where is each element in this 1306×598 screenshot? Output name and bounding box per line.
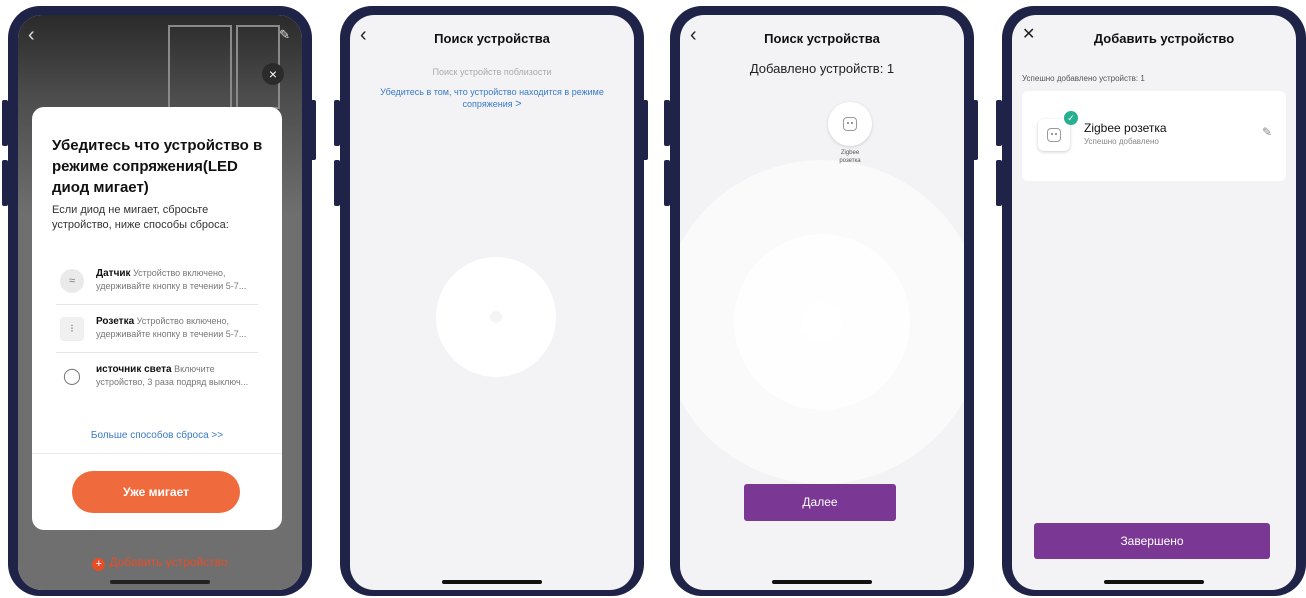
done-button[interactable]: Завершено	[1034, 523, 1270, 559]
item-name: источник света	[96, 364, 172, 375]
added-count-text: Добавлено устройств: 1	[749, 61, 895, 76]
phone-frame-4: ✕ Добавить устройство Успешно добавлено …	[1002, 6, 1306, 596]
close-icon[interactable]: ×	[262, 63, 284, 85]
item-name: Розетка	[96, 316, 135, 327]
chevron-right-icon: >	[515, 98, 522, 110]
modal-title: Убедитесь что устройство в режиме сопряж…	[52, 137, 263, 196]
more-reset-methods-link[interactable]: Больше способов сброса >>	[32, 430, 282, 441]
already-blinking-button[interactable]: Уже мигает	[72, 471, 240, 513]
home-indicator	[110, 580, 210, 584]
add-device-label: Добавить устройство	[109, 555, 228, 569]
next-button[interactable]: Далее	[744, 484, 896, 521]
back-icon[interactable]: ‹	[28, 25, 35, 45]
radar-center-dot	[490, 311, 502, 323]
plus-circle-icon: +	[92, 558, 106, 571]
screen-device-search: ‹ Поиск устройства Поиск устройств побли…	[350, 15, 634, 590]
page-title: Поиск устройства	[434, 31, 550, 46]
item-name: Датчик	[96, 268, 131, 279]
device-label: Zigbee	[840, 150, 860, 156]
page-title: Добавить устройство	[1093, 31, 1235, 46]
page-title: Поиск устройства	[764, 31, 880, 46]
window-decor	[168, 25, 232, 109]
search-radar	[436, 257, 556, 377]
device-status: Успешно добавлено	[1084, 137, 1159, 146]
edit-icon[interactable]: ✎	[279, 27, 290, 43]
side-button	[310, 100, 316, 160]
side-button	[972, 100, 978, 160]
reset-method-item[interactable]: ≈ Датчик Устройство включено, удерживайт…	[56, 265, 258, 305]
added-device-card[interactable]: ✓ Zigbee розетка Успешно добавлено ✎	[1022, 91, 1286, 181]
pairing-modal: Убедитесь что устройство в режиме сопряж…	[32, 107, 282, 530]
home-indicator	[442, 580, 542, 584]
socket-icon: ⁝	[60, 317, 84, 341]
screen-device-found: ‹ Поиск устройства Добавлено устройств: …	[680, 15, 964, 590]
pairing-hint-link[interactable]: Убедитесь в том, что устройство находитс…	[370, 86, 614, 110]
success-count-label: Успешно добавлено устройств: 1	[1022, 74, 1145, 83]
side-button	[642, 100, 648, 160]
home-indicator	[1104, 580, 1204, 584]
bulb-icon: ◯	[63, 368, 81, 385]
device-icon	[1038, 119, 1070, 151]
add-device-link[interactable]: + Добавить устройство	[18, 555, 302, 571]
socket-icon	[1047, 128, 1061, 142]
divider	[56, 304, 258, 305]
reset-method-item[interactable]: ⁝ Розетка Устройство включено, удерживай…	[56, 313, 258, 353]
reset-method-item[interactable]: ◯ источник света Включите устройство, 3 …	[56, 361, 258, 401]
device-name: Zigbee розетка	[1084, 121, 1167, 135]
radar-center	[802, 302, 842, 342]
modal-description: Если диод не мигает, сбросьте устройство…	[52, 204, 229, 231]
screen-pairing-instructions: ‹ ✎ × Убедитесь что устройство в режиме …	[18, 15, 302, 590]
pairing-hint-text: Убедитесь в том, что устройство находитс…	[380, 87, 604, 109]
divider	[32, 453, 282, 454]
divider	[56, 352, 258, 353]
socket-icon	[843, 117, 857, 131]
phone-frame-2: ‹ Поиск устройства Поиск устройств побли…	[340, 6, 644, 596]
edit-icon[interactable]: ✎	[1262, 125, 1272, 139]
phone-frame-1: ‹ ✎ × Убедитесь что устройство в режиме …	[8, 6, 312, 596]
screen-device-added: ✕ Добавить устройство Успешно добавлено …	[1012, 15, 1296, 590]
check-icon: ✓	[1064, 111, 1078, 125]
phone-frame-3: ‹ Поиск устройства Добавлено устройств: …	[670, 6, 974, 596]
search-status-text: Поиск устройств поблизости	[432, 67, 552, 77]
sensor-icon: ≈	[60, 269, 84, 293]
device-label: розетка	[839, 158, 861, 164]
found-device-bubble[interactable]	[828, 102, 872, 146]
home-indicator	[772, 580, 872, 584]
